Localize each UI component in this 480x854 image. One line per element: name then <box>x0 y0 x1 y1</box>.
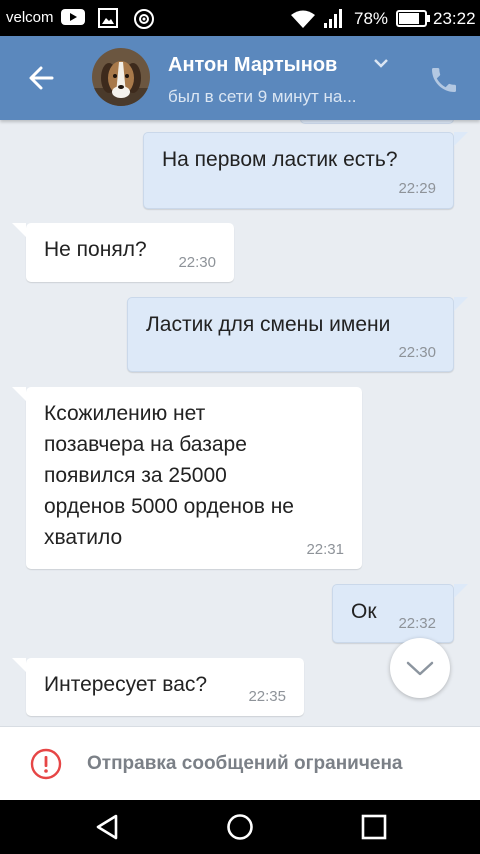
last-seen-status: был в сети 9 минут на... <box>168 87 357 106</box>
avatar[interactable] <box>92 48 150 106</box>
message-time: 22:30 <box>178 254 216 271</box>
clock: 23:22 <box>433 9 476 28</box>
status-bar: velcom 78% 23:22 <box>0 0 480 36</box>
back-arrow-icon[interactable] <box>22 60 62 96</box>
message-bubble-incoming[interactable]: Не понял? 22:30 <box>12 223 234 282</box>
warning-icon <box>30 748 62 780</box>
chat-header: Антон Мартынов был в сети 9 минут на... <box>0 36 480 120</box>
system-navigation-bar <box>0 800 480 854</box>
message-bubble-incoming[interactable]: Ксожилению нет позавчера на базаре появи… <box>12 387 362 569</box>
contact-name[interactable]: Антон Мартынов <box>168 54 337 77</box>
message-text: Не понял? <box>44 238 147 261</box>
signal-icon <box>324 9 342 28</box>
message-bubble-outgoing[interactable]: Ластик для смены имени 22:30 <box>127 297 468 372</box>
phone-icon[interactable] <box>428 64 460 96</box>
nav-home-icon[interactable] <box>225 812 255 842</box>
carrier-name: velcom <box>6 9 54 26</box>
chevron-down-icon <box>406 661 434 676</box>
message-time: 22:29 <box>398 180 436 197</box>
youtube-icon <box>61 9 85 25</box>
nav-back-icon[interactable] <box>92 812 122 842</box>
nav-recents-icon[interactable] <box>359 812 389 842</box>
message-time: 22:30 <box>398 344 436 361</box>
message-bubble-outgoing[interactable]: Ок 22:32 <box>332 584 468 643</box>
chevron-down-icon[interactable] <box>373 58 389 70</box>
message-time: 22:32 <box>398 615 436 632</box>
message-bubble-outgoing[interactable]: На первом ластик есть? 22:29 <box>143 132 468 209</box>
message-time: 22:31 <box>306 541 344 558</box>
location-icon <box>134 9 154 29</box>
message-time: 22:35 <box>248 688 286 705</box>
message-list[interactable]: На первом ластик есть? 22:29 Не понял? 2… <box>0 120 480 726</box>
messaging-restricted-bar: Отправка сообщений ограничена <box>0 726 480 800</box>
message-text: Ок <box>351 600 377 623</box>
restricted-message: Отправка сообщений ограничена <box>87 753 403 774</box>
message-bubble-incoming[interactable]: Интересует вас? 22:35 <box>12 658 304 716</box>
battery-percent: 78% <box>354 9 389 28</box>
message-text: На первом ластик есть? <box>162 148 398 171</box>
message-text: Ластик для смены имени <box>146 313 391 336</box>
image-icon <box>98 8 118 28</box>
scroll-to-bottom-button[interactable] <box>390 638 450 698</box>
message-text: Интересует вас? <box>44 673 208 696</box>
previous-message-bubble <box>300 120 454 124</box>
wifi-icon <box>291 10 315 28</box>
battery-icon <box>396 10 430 27</box>
message-text: Ксожилению нет позавчера на базаре появи… <box>44 402 294 549</box>
